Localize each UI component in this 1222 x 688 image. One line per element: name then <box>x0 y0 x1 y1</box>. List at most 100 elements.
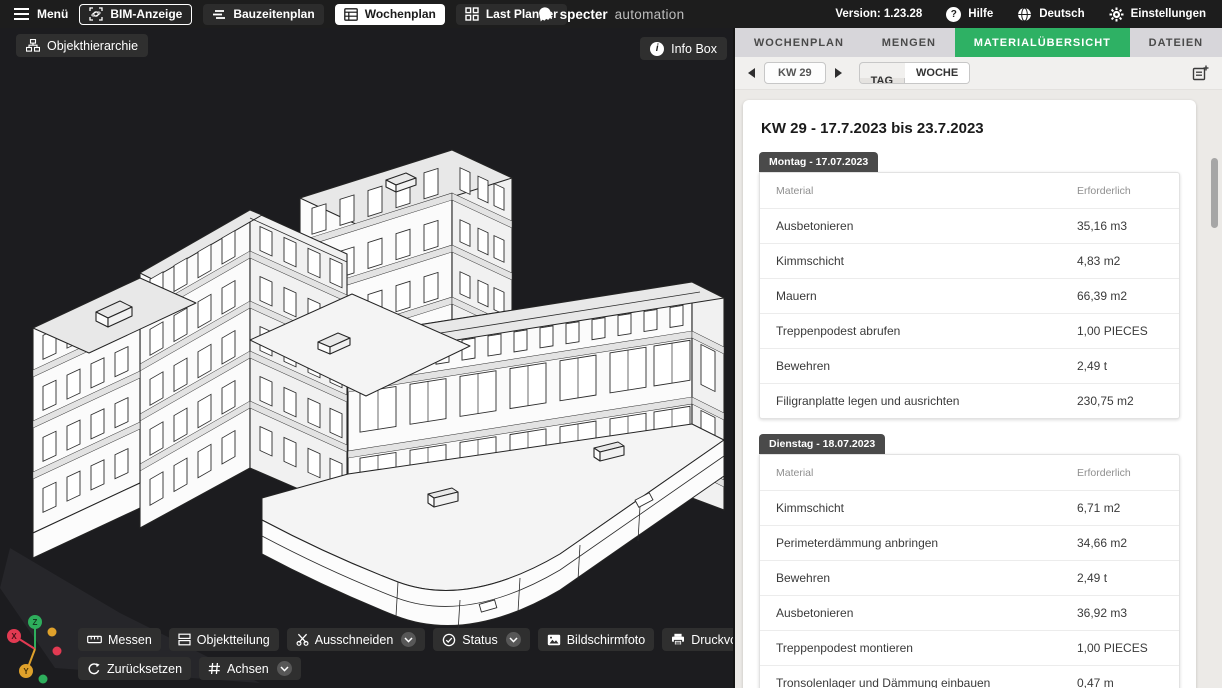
material-table: MaterialErforderlichAusbetonieren35,16 m… <box>759 172 1180 419</box>
chevron-down-icon[interactable] <box>277 661 292 676</box>
brand-logo: specter automation <box>538 0 685 28</box>
prev-week-button[interactable] <box>748 68 755 78</box>
achsen-button[interactable]: Achsen <box>199 657 301 680</box>
column-required: Erforderlich <box>1077 467 1163 479</box>
tab-wochenplan[interactable]: WOCHENPLAN <box>735 28 863 57</box>
top-bar: Menü BIM-AnzeigeBauzeitenplanWochenplanL… <box>0 0 1222 28</box>
version-label: Version: 1.23.28 <box>835 8 922 20</box>
nav-bauzeitenplan[interactable]: Bauzeitenplan <box>203 4 323 25</box>
help-icon: ? <box>946 7 961 22</box>
nav-bim-anzeige[interactable]: BIM-Anzeige <box>79 4 192 25</box>
table-header: MaterialErforderlich <box>760 455 1179 491</box>
gizmo-y-label: Y <box>23 667 29 676</box>
info-box-label: Info Box <box>671 42 717 56</box>
day-section: Dienstag - 18.07.2023MaterialErforderlic… <box>759 434 1180 688</box>
cell-material: Filigranplatte legen und ausrichten <box>776 394 1077 408</box>
table-header: MaterialErforderlich <box>760 173 1179 209</box>
axes-hash-icon <box>208 662 221 675</box>
reset-icon <box>87 662 101 676</box>
zuruecksetzen-button[interactable]: Zurücksetzen <box>78 657 191 680</box>
toolbar-label: Zurücksetzen <box>107 662 182 676</box>
tab-dateien[interactable]: DATEIEN <box>1130 28 1222 57</box>
bim-cube-icon <box>89 7 103 21</box>
scrollbar-thumb[interactable] <box>1211 158 1218 228</box>
druckvorschau-button[interactable]: Druckvorschau <box>662 628 733 651</box>
table-row: Bewehren2,49 t <box>760 561 1179 596</box>
status-check-icon <box>442 633 456 647</box>
tab-mengen[interactable]: MENGEN <box>863 28 955 57</box>
printer-icon <box>671 633 685 646</box>
split-icon <box>178 633 191 646</box>
cell-required: 6,71 m2 <box>1077 501 1163 515</box>
ausschneiden-button[interactable]: Ausschneiden <box>287 628 426 651</box>
cell-material: Mauern <box>776 289 1077 303</box>
brand-name: specter <box>560 7 608 22</box>
viewport-toolbar: Messen Objektteilung Ausschneiden Status Bil… <box>78 622 733 680</box>
objektteilung-button[interactable]: Objektteilung <box>169 628 279 651</box>
settings-label: Einstellungen <box>1131 8 1206 20</box>
help-button[interactable]: ? Hilfe <box>946 7 993 22</box>
toolbar-label: Objektteilung <box>197 633 270 647</box>
toolbar-label: Messen <box>108 633 152 647</box>
gizmo-z-label: Z <box>33 618 38 627</box>
next-week-button[interactable] <box>835 68 842 78</box>
language-button[interactable]: Deutsch <box>1017 7 1084 22</box>
globe-icon <box>1017 7 1032 22</box>
menu-button[interactable]: Menü <box>14 7 68 21</box>
gizmo-x-label: X <box>11 632 17 641</box>
chevron-down-icon[interactable] <box>401 632 416 647</box>
cell-material: Kimmschicht <box>776 501 1077 515</box>
object-hierarchy-button[interactable]: Objekthierarchie <box>16 34 148 57</box>
table-row: Treppenpodest abrufen1,00 PIECES <box>760 314 1179 349</box>
cell-material: Treppenpodest abrufen <box>776 324 1077 338</box>
panel-tabs: WOCHENPLANMENGENMATERIALÜBERSICHTDATEIEN <box>735 28 1222 57</box>
cell-required: 35,16 m3 <box>1077 219 1163 233</box>
scissors-icon <box>296 633 309 646</box>
material-overview-content: KW 29 - 17.7.2023 bis 23.7.2023 Montag -… <box>735 90 1222 688</box>
add-note-button[interactable] <box>1192 65 1209 82</box>
tab-materialuebersicht[interactable]: MATERIALÜBERSICHT <box>955 28 1130 57</box>
nav-label: Wochenplan <box>365 7 436 21</box>
table-row: Ausbetonieren36,92 m3 <box>760 596 1179 631</box>
bildschirmfoto-button[interactable]: Bildschirmfoto <box>538 628 655 651</box>
cell-required: 34,66 m2 <box>1077 536 1163 550</box>
chevron-down-icon[interactable] <box>506 632 521 647</box>
cell-required: 36,92 m3 <box>1077 606 1163 620</box>
brand-suffix: automation <box>615 7 685 22</box>
toggle-tag[interactable]: TAG <box>860 78 905 83</box>
table-row: Bewehren2,49 t <box>760 349 1179 384</box>
table-row: Kimmschicht4,83 m2 <box>760 244 1179 279</box>
week-selector[interactable]: KW 29 <box>764 62 826 84</box>
week-card: KW 29 - 17.7.2023 bis 23.7.2023 Montag -… <box>743 100 1196 688</box>
status-button[interactable]: Status <box>433 628 529 651</box>
toggle-woche[interactable]: WOCHE <box>905 63 969 83</box>
cell-material: Ausbetonieren <box>776 606 1077 620</box>
cell-required: 0,47 m <box>1077 676 1163 688</box>
viewport-3d[interactable]: Objekthierarchie i Info Box Z X Y Messen… <box>0 28 733 688</box>
cell-required: 230,75 m2 <box>1077 394 1163 408</box>
object-hierarchy-label: Objekthierarchie <box>47 39 138 53</box>
cell-material: Treppenpodest montieren <box>776 641 1077 655</box>
cell-required: 4,83 m2 <box>1077 254 1163 268</box>
table-row: Filigranplatte legen und ausrichten230,7… <box>760 384 1179 418</box>
day-badge: Dienstag - 18.07.2023 <box>759 434 885 454</box>
axis-gizmo[interactable]: Z X Y <box>2 610 68 686</box>
hierarchy-tree-icon <box>26 39 40 52</box>
week-heading: KW 29 - 17.7.2023 bis 23.7.2023 <box>761 120 1180 137</box>
table-row: Ausbetonieren35,16 m3 <box>760 209 1179 244</box>
gantt-icon <box>212 8 226 21</box>
messen-button[interactable]: Messen <box>78 628 161 651</box>
material-table: MaterialErforderlich Kimmschicht6,71 m2 Pe… <box>759 454 1180 688</box>
table-row: Perimeterdämmung anbringen34,66 m2 <box>760 526 1179 561</box>
info-box-button[interactable]: i Info Box <box>640 37 727 60</box>
nav-wochenplan[interactable]: Wochenplan <box>335 4 445 25</box>
column-required: Erforderlich <box>1077 185 1163 197</box>
cell-material: Tronsolenlager und Dämmung einbauen <box>776 676 1077 688</box>
cell-required: 2,49 t <box>1077 359 1163 373</box>
menu-label: Menü <box>37 7 68 21</box>
ruler-icon <box>87 633 102 646</box>
settings-button[interactable]: Einstellungen <box>1109 7 1206 22</box>
gear-icon <box>1109 7 1124 22</box>
toolbar-label: Achsen <box>227 662 269 676</box>
toolbar-label: Druckvorschau <box>691 633 733 647</box>
